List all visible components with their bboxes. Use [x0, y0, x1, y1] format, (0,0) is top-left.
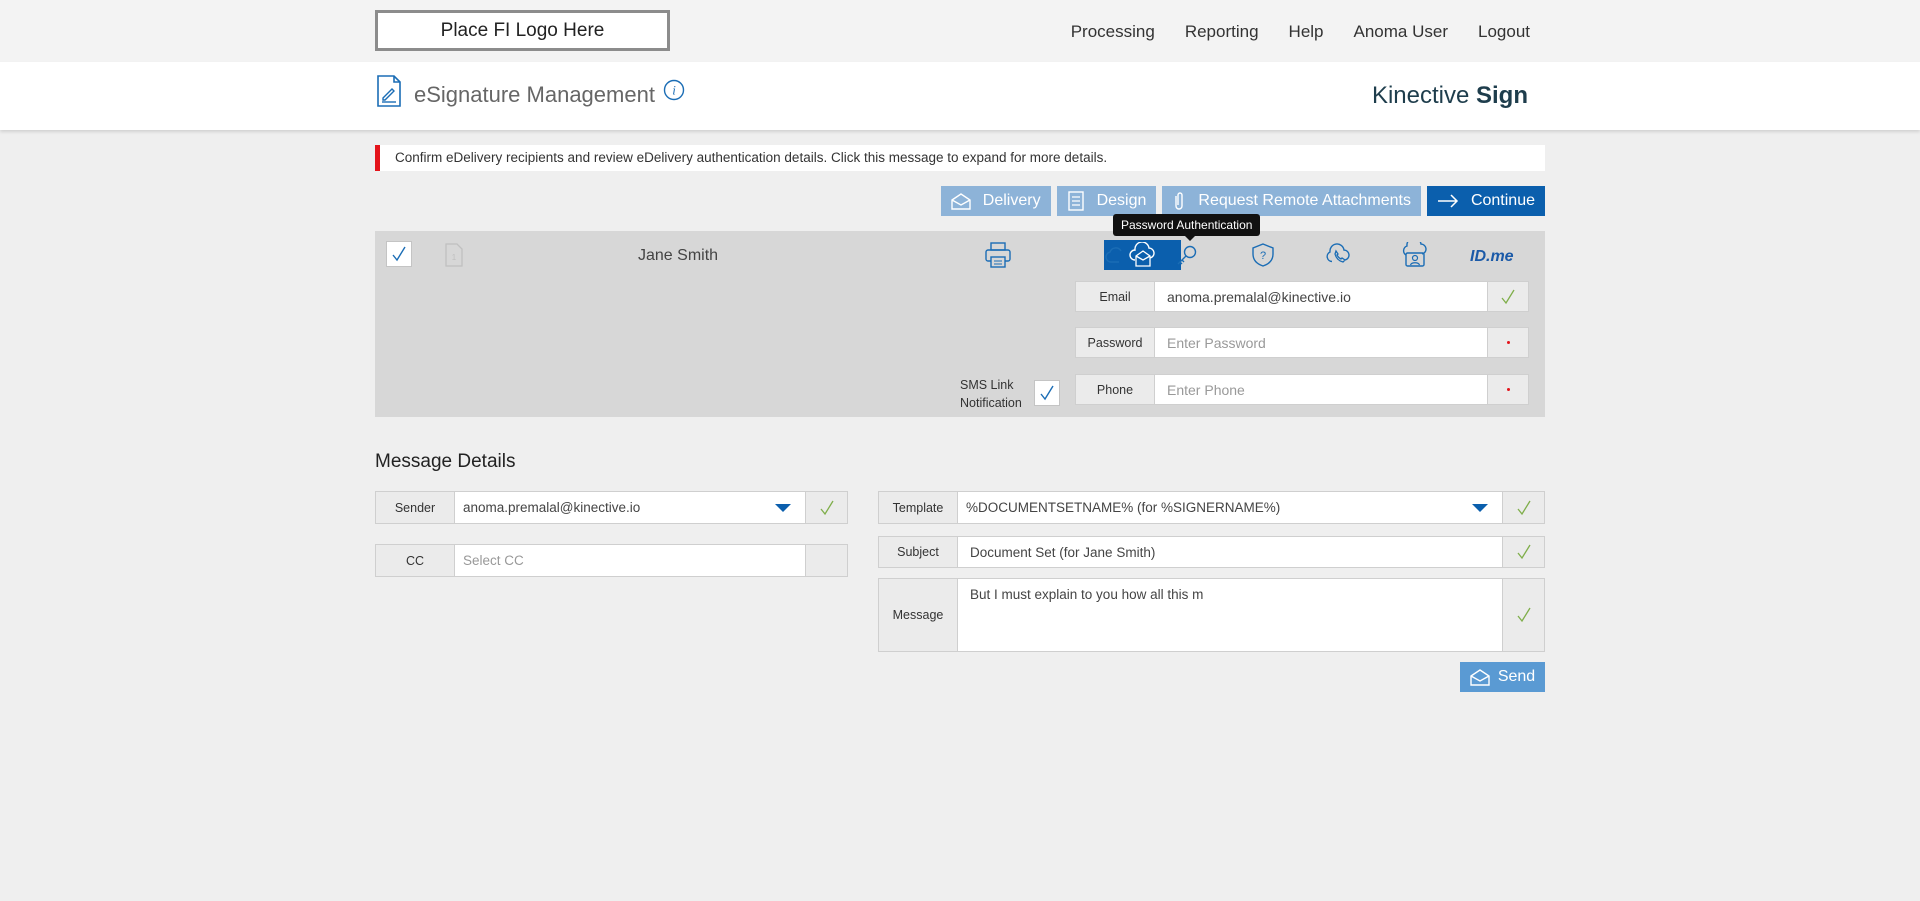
top-nav: Processing Reporting Help Anoma User Log…: [1071, 22, 1530, 42]
template-select[interactable]: %DOCUMENTSETNAME% (for %SIGNERNAME%): [958, 491, 1503, 524]
checkmark-icon: [1516, 607, 1531, 623]
checkmark-icon: [392, 246, 406, 262]
envelope-icon: [951, 193, 971, 210]
alert-message[interactable]: Confirm eDelivery recipients and review …: [375, 145, 1545, 171]
phone-status: [1488, 374, 1529, 405]
checkmark-icon: [1516, 500, 1531, 515]
recipient-name: Jane Smith: [638, 247, 719, 264]
subject-row: Subject Document Set (for Jane Smith): [878, 536, 1545, 568]
delivery-button[interactable]: Delivery: [940, 186, 1051, 216]
chevron-down-icon[interactable]: [775, 503, 791, 512]
email-label: Email: [1075, 281, 1155, 312]
document-icon: 1: [445, 243, 463, 272]
email-status: [1488, 281, 1529, 312]
sender-label: Sender: [375, 491, 455, 524]
password-authentication-tooltip: Password Authentication: [1113, 214, 1261, 241]
arrow-right-icon: [1437, 194, 1459, 208]
send-label: Send: [1497, 668, 1536, 685]
message-details-title: Message Details: [375, 451, 516, 472]
cloud-password-email-icon[interactable]: [1123, 239, 1163, 271]
brand-logo: Kinective Sign: [1371, 82, 1528, 109]
paperclip-icon: [1175, 192, 1184, 210]
template-value: %DOCUMENTSETNAME% (for %SIGNERNAME%): [966, 500, 1281, 515]
nav-reporting[interactable]: Reporting: [1185, 22, 1259, 42]
action-toolbar: Delivery Design Request Remote Attachmen…: [940, 186, 1545, 216]
key-icon[interactable]: [1167, 239, 1207, 271]
nav-logout[interactable]: Logout: [1478, 22, 1530, 42]
email-field[interactable]: anoma.premalal@kinective.io: [1155, 281, 1488, 312]
password-status: [1488, 327, 1529, 358]
idme-icon[interactable]: ID.me: [1470, 248, 1514, 266]
subject-status: [1503, 536, 1545, 568]
logo-placeholder: Place FI Logo Here: [375, 10, 670, 51]
info-icon[interactable]: i: [663, 79, 685, 106]
shield-question-icon[interactable]: ?: [1243, 239, 1283, 271]
template-label: Template: [878, 491, 958, 524]
sms-notification-checkbox[interactable]: [1034, 380, 1060, 406]
checkmark-icon: [819, 500, 834, 515]
sms-link-notification-label: SMS Link Notification: [960, 378, 1022, 410]
design-label: Design: [1096, 192, 1147, 209]
cc-row: CC Select CC: [375, 544, 848, 577]
required-indicator: [1506, 388, 1510, 391]
svg-text:i: i: [672, 83, 676, 98]
subject-field[interactable]: Document Set (for Jane Smith): [958, 536, 1503, 568]
cc-status: [806, 544, 848, 577]
nav-help[interactable]: Help: [1289, 22, 1324, 42]
svg-text:?: ?: [1260, 250, 1266, 262]
sender-row: Sender anoma.premalal@kinective.io: [375, 491, 848, 524]
checkmark-icon: [1516, 544, 1531, 560]
document-sign-icon: [376, 75, 402, 112]
template-row: Template %DOCUMENTSETNAME% (for %SIGNERN…: [878, 491, 1545, 524]
checkmark-icon: [1501, 289, 1515, 304]
continue-button[interactable]: Continue: [1426, 186, 1545, 216]
page-title: eSignature Management: [414, 82, 655, 107]
recipient-checkbox[interactable]: [386, 241, 412, 267]
envelope-icon: [1470, 669, 1490, 686]
nav-user[interactable]: Anoma User: [1354, 22, 1448, 42]
cc-select[interactable]: Select CC: [455, 544, 806, 577]
message-row: Message But I must explain to you how al…: [878, 578, 1545, 652]
document-icon: [1067, 191, 1084, 211]
nav-processing[interactable]: Processing: [1071, 22, 1155, 42]
printer-icon[interactable]: [978, 239, 1018, 271]
design-button[interactable]: Design: [1056, 186, 1157, 216]
required-indicator: [1506, 341, 1510, 344]
sender-status: [806, 491, 848, 524]
phone-row: Phone Enter Phone: [1075, 374, 1529, 405]
send-button[interactable]: Send: [1460, 662, 1545, 692]
email-row: Email anoma.premalal@kinective.io: [1075, 281, 1529, 312]
cloud-id-card-icon[interactable]: [1395, 239, 1435, 271]
message-label: Message: [878, 578, 958, 652]
password-label: Password: [1075, 327, 1155, 358]
subject-label: Subject: [878, 536, 958, 568]
top-bar: Place FI Logo Here Processing Reporting …: [0, 0, 1920, 62]
password-field[interactable]: Enter Password: [1155, 327, 1488, 358]
continue-label: Continue: [1470, 192, 1535, 209]
message-status: [1503, 578, 1545, 652]
sender-value: anoma.premalal@kinective.io: [463, 500, 641, 515]
recipient-panel: 1 Jane Smith ? ID.me Password Authentica…: [375, 214, 1545, 417]
request-remote-attachments-label: Request Remote Attachments: [1198, 192, 1411, 209]
chevron-down-icon[interactable]: [1472, 503, 1488, 512]
cc-label: CC: [375, 544, 455, 577]
phone-label: Phone: [1075, 374, 1155, 405]
page-header: eSignature Management i Kinective Sign: [0, 62, 1920, 130]
message-textarea[interactable]: But I must explain to you how all this m: [958, 578, 1503, 652]
request-remote-attachments-button[interactable]: Request Remote Attachments: [1162, 186, 1421, 216]
delivery-label: Delivery: [982, 192, 1041, 209]
sender-select[interactable]: anoma.premalal@kinective.io: [455, 491, 806, 524]
password-row: Password Enter Password: [1075, 327, 1529, 358]
checkmark-icon: [1040, 385, 1054, 401]
phone-field[interactable]: Enter Phone: [1155, 374, 1488, 405]
cloud-phone-icon[interactable]: [1319, 239, 1359, 271]
template-status: [1503, 491, 1545, 524]
svg-text:1: 1: [452, 253, 457, 262]
